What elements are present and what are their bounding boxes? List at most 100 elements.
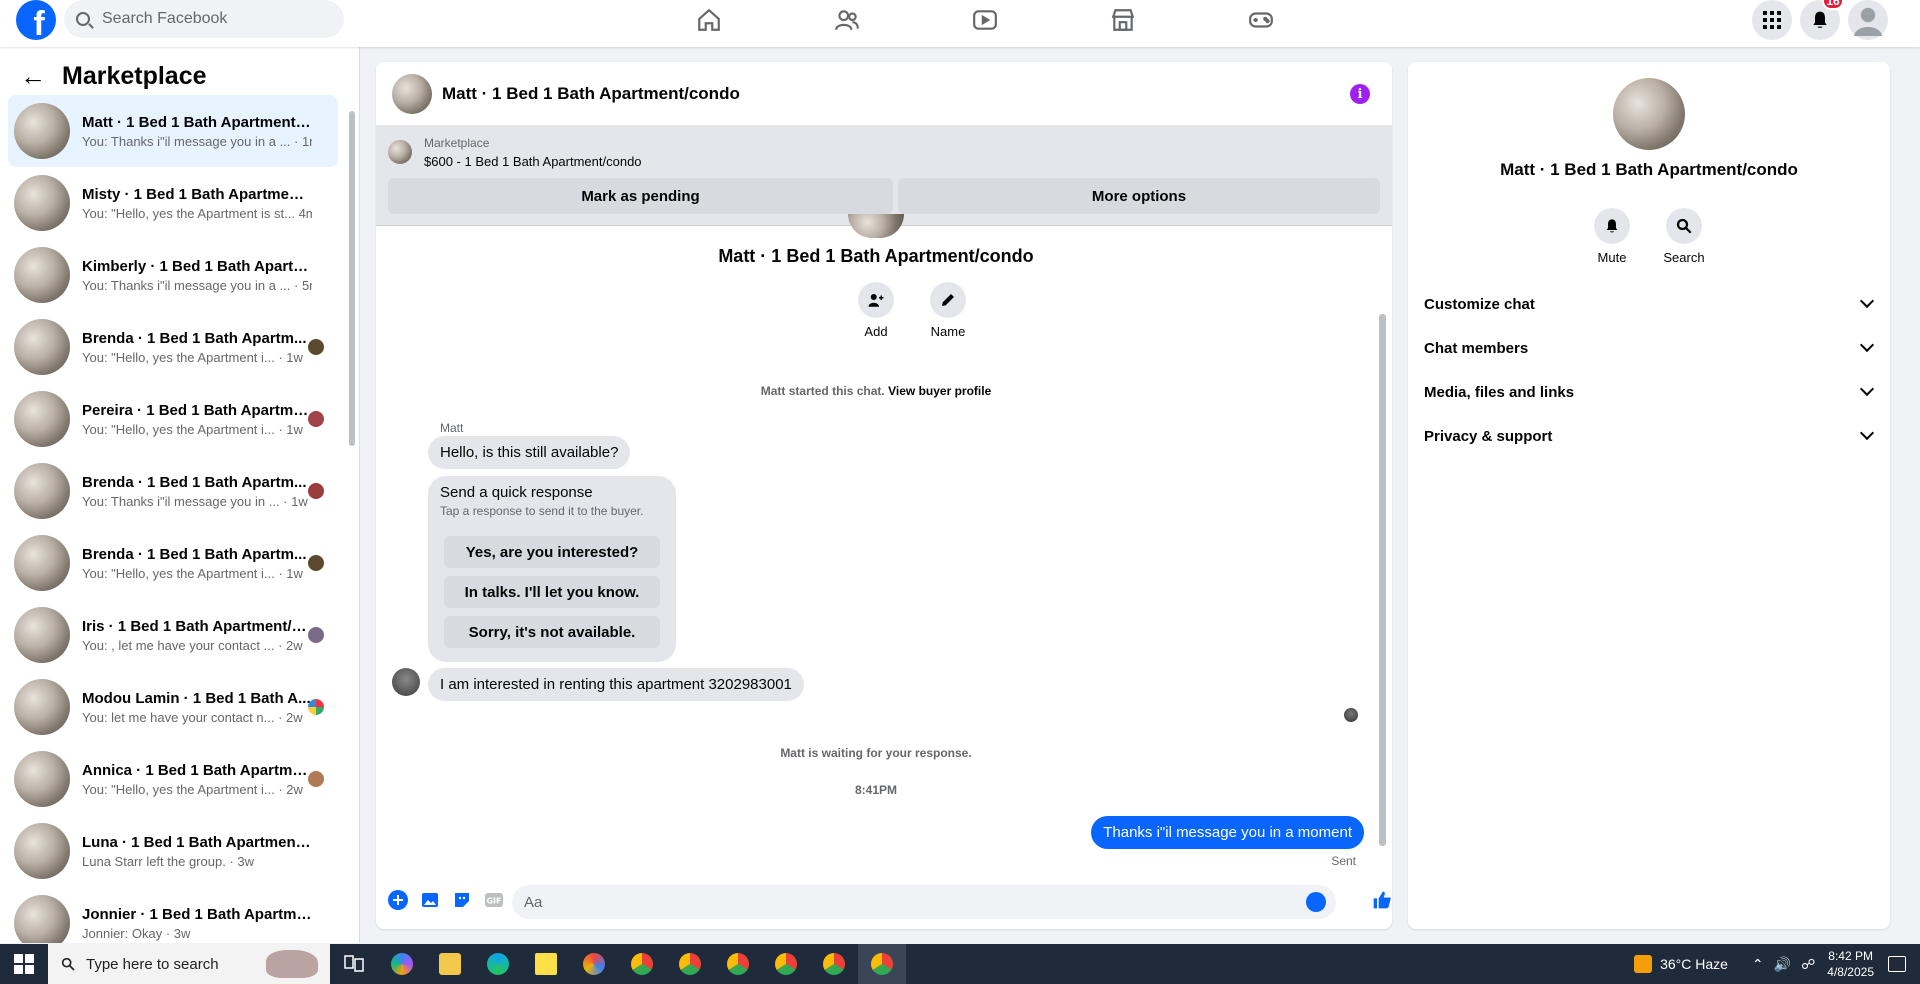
notification-badge: 16 [1822,0,1844,10]
conversation-item[interactable]: Luna · 1 Bed 1 Bath Apartment/c... Luna S… [8,815,338,887]
avatar [14,391,70,447]
message-input[interactable]: Aa [512,885,1336,919]
media-files-links-section[interactable]: Media, files and links [1424,370,1880,414]
conversation-item[interactable]: Brenda · 1 Bed 1 Bath Apartm... You: "Hel… [8,527,338,599]
chrome-icon[interactable] [762,944,810,984]
conversation-item[interactable]: Iris · 1 Bed 1 Bath Apartment/c... You: ,… [8,599,338,671]
listing-title[interactable]: $600 - 1 Bed 1 Bath Apartment/condo [424,154,642,169]
chrome-icon[interactable] [714,944,762,984]
conversation-preview: You: "Hello, yes the Apartment i... · 1w [82,565,303,581]
network-icon[interactable]: ☍ [1801,956,1815,973]
view-buyer-profile-link[interactable]: View buyer profile [888,384,991,398]
avatar [848,214,904,238]
mute-button[interactable]: Mute [1582,208,1642,265]
search-placeholder: Search Facebook [102,10,228,27]
emoji-icon[interactable] [1306,892,1326,912]
home-icon[interactable] [640,0,778,40]
apps-menu-icon[interactable] [1752,0,1792,40]
search-label: Search [1663,250,1705,265]
sidebar-header: ← Marketplace [20,61,207,92]
customize-chat-section[interactable]: Customize chat [1424,282,1880,326]
conversation-preview: You: "Hello, yes the Apartment i... · 1w [82,349,303,365]
conversation-item[interactable]: Modou Lamin · 1 Bed 1 Bath A... You: let … [8,671,338,743]
chrome-icon[interactable] [666,944,714,984]
conversation-item[interactable]: Matt · 1 Bed 1 Bath Apartment/c... You: T… [8,95,338,167]
avatar[interactable] [392,73,432,114]
notification-center-icon[interactable] [1888,956,1906,972]
back-arrow-icon[interactable]: ← [20,61,46,92]
name-button[interactable]: Name [918,282,978,339]
chrome-icon[interactable] [810,944,858,984]
conversation-item[interactable]: Annica · 1 Bed 1 Bath Apartme... You: "He… [8,743,338,815]
chrome-icon[interactable] [618,944,666,984]
gif-icon[interactable]: GIF [484,890,504,910]
conversation-item[interactable]: Jonnier · 1 Bed 1 Bath Apartmen... Jonnie… [8,887,338,943]
read-receipt-avatar [308,771,324,787]
svg-text:GIF: GIF [486,897,501,906]
weather-icon[interactable] [1634,955,1653,973]
conversation-preview: You: Thanks i"il message you in a ... · … [82,133,312,149]
search-chat-button[interactable]: Search [1654,208,1714,265]
marketplace-inbox-sidebar: ← Marketplace Matt · 1 Bed 1 Bath Apartm… [0,47,360,943]
mute-label: Mute [1597,250,1627,265]
add-button[interactable]: Add [846,282,906,339]
quick-response-option[interactable]: Sorry, it's not available. [444,616,660,648]
conversation-name: Pereira · 1 Bed 1 Bath Apartme... [82,401,312,419]
file-explorer-icon[interactable] [426,944,474,984]
windows-start-button[interactable] [0,944,48,984]
system-clock[interactable]: 8:42 PM 4/8/2025 [1827,948,1874,980]
conversation-item[interactable]: Brenda · 1 Bed 1 Bath Apartm... You: Than… [8,455,338,527]
conversation-item[interactable]: Brenda · 1 Bed 1 Bath Apartm... You: "Hel… [8,311,338,383]
read-receipt-avatar [308,555,324,571]
profile-name: Matt · 1 Bed 1 Bath Apartment/condo [718,246,1034,266]
facebook-search-input[interactable]: Search Facebook [64,0,344,38]
more-options-button[interactable]: More options [898,178,1380,214]
add-person-icon [858,282,894,318]
thumbs-up-icon[interactable] [1372,890,1392,910]
listing-banner: Marketplace $600 - 1 Bed 1 Bath Apartmen… [376,126,1392,226]
watch-icon[interactable] [916,0,1054,40]
quick-response-option[interactable]: Yes, are you interested? [444,536,660,568]
sticker-icon[interactable] [452,890,472,910]
friends-icon[interactable] [778,0,916,40]
sender-avatar [392,668,420,696]
conversation-item[interactable]: Kimberly · 1 Bed 1 Bath Apartme... You: T… [8,239,338,311]
search-icon [61,957,75,971]
read-receipt-avatar [308,339,324,355]
conversation-preview: Luna Starr left the group. · 3w [82,853,254,869]
quick-response-option[interactable]: In talks. I'll let you know. [444,576,660,608]
chat-title[interactable]: Matt · 1 Bed 1 Bath Apartment/condo [442,84,740,104]
paint-icon[interactable] [570,944,618,984]
speaker-icon[interactable]: 🔊 [1774,956,1791,973]
chat-started-notice: Matt started this chat. View buyer profi… [376,384,1376,398]
chevron-up-icon[interactable]: ⌃ [1752,956,1764,973]
gaming-icon[interactable] [1192,0,1330,40]
copilot-icon[interactable] [378,944,426,984]
task-view-icon[interactable] [330,944,378,984]
avatar [14,175,70,231]
info-icon[interactable]: i [1350,84,1370,104]
plus-icon[interactable] [388,890,408,910]
mark-as-pending-button[interactable]: Mark as pending [388,178,893,214]
taskbar-search-box[interactable]: Type here to search [48,944,330,984]
conversation-item[interactable]: Misty · 1 Bed 1 Bath Apartment/... You: "… [8,167,338,239]
weather-text[interactable]: 36°C Haze [1660,956,1728,972]
sticky-notes-icon[interactable] [522,944,570,984]
conversation-preview: You: , let me have your contact ... · 2w [82,637,303,653]
account-avatar[interactable] [1848,0,1888,40]
conversation-name: Jonnier · 1 Bed 1 Bath Apartmen... [82,905,312,923]
notifications-button[interactable]: 16 [1800,0,1844,40]
conversation-name: Brenda · 1 Bed 1 Bath Apartm... [82,545,307,563]
conversation-item[interactable]: Pereira · 1 Bed 1 Bath Apartme... You: "H… [8,383,338,455]
incoming-message: I am interested in renting this apartmen… [428,668,804,701]
facebook-logo[interactable]: f [16,0,56,40]
privacy-support-section[interactable]: Privacy & support [1424,414,1880,458]
chrome-icon[interactable] [858,944,906,984]
sidebar-scrollbar-thumb[interactable] [349,111,355,446]
marketplace-icon[interactable] [1054,0,1192,40]
message-timestamp: 8:41PM [854,783,898,797]
photo-icon[interactable] [420,890,440,910]
chat-scrollbar-thumb[interactable] [1379,314,1386,846]
edge-browser-icon[interactable] [474,944,522,984]
chat-members-section[interactable]: Chat members [1424,326,1880,370]
